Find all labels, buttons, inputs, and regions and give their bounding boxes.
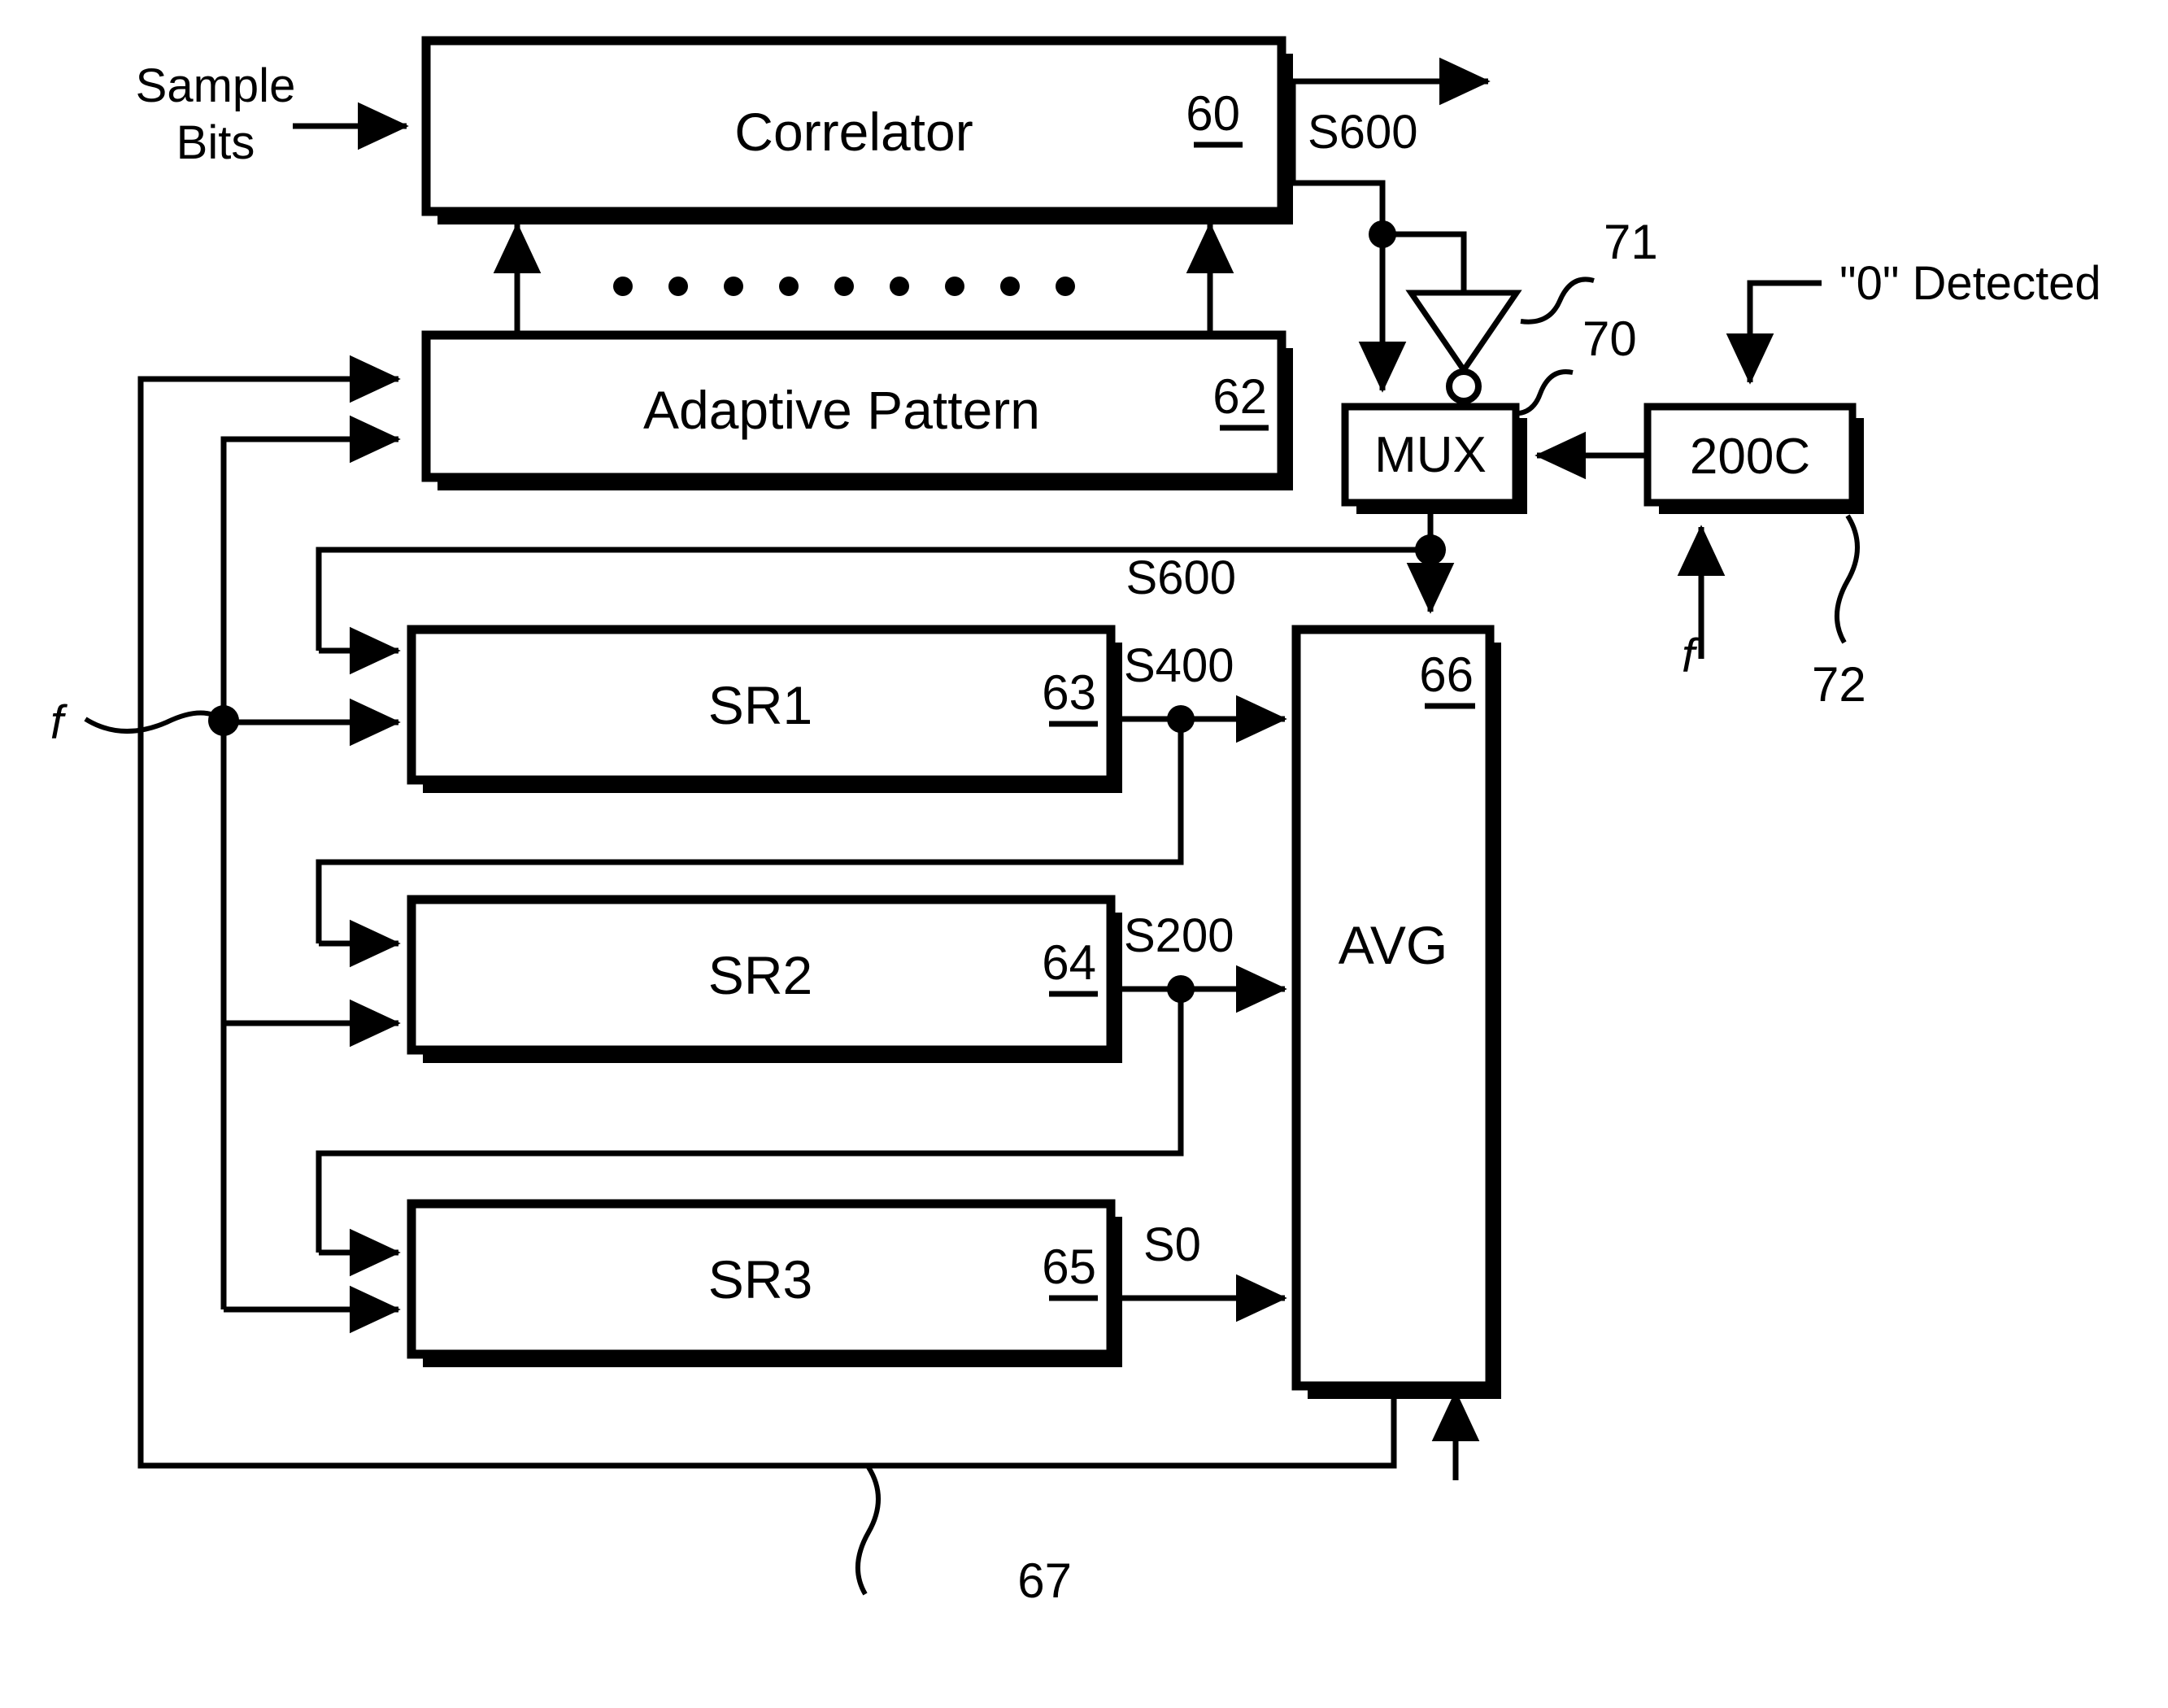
clock-f-leader	[84, 710, 225, 734]
correlator-ref: 60	[1186, 86, 1240, 141]
s400-label: S400	[1124, 639, 1234, 692]
ref-67-leader	[855, 1466, 881, 1596]
clock-bus-to-adaptive-pattern	[220, 415, 401, 1309]
correlator-block[interactable]: Correlator 60	[421, 36, 1293, 224]
sample-bits-label-line1: Sample	[136, 59, 296, 112]
counter-label: 200C	[1690, 429, 1810, 485]
inverter-bubble-icon	[1446, 368, 1482, 404]
adaptive-pattern-block[interactable]: Adaptive Pattern 62	[421, 330, 1293, 490]
ref-72-label: 72	[1812, 657, 1866, 712]
sr3-ref: 65	[1042, 1240, 1096, 1294]
s600-feedback-label: S600	[1126, 551, 1236, 604]
sr1-block[interactable]: SR1 63	[407, 625, 1122, 793]
sr2-block[interactable]: SR2 64	[407, 895, 1122, 1063]
s600-top-label: S600	[1308, 106, 1417, 159]
avg-ref: 66	[1419, 647, 1474, 702]
s600-branch-to-junction	[1293, 180, 1386, 260]
s600-to-inverter-wire	[1382, 231, 1467, 293]
s0-label: S0	[1143, 1218, 1201, 1271]
avg-body	[1291, 625, 1495, 1391]
ellipsis-dots	[613, 277, 1075, 296]
mux-block[interactable]: MUX	[1341, 403, 1527, 514]
avg-label: AVG	[1339, 915, 1448, 975]
mux-label: MUX	[1374, 427, 1487, 483]
adaptive-pattern-ref: 62	[1212, 369, 1267, 424]
zero-detected-leader	[1726, 280, 1822, 385]
figure-canvas: Correlator 60 Sample Bits S600 71 70 MUX…	[0, 0, 2168, 1708]
sr1-ref: 63	[1042, 665, 1096, 720]
counter-clock-label: f	[1682, 630, 1700, 682]
inverter-symbol	[1405, 290, 1522, 413]
counter-block[interactable]: 200C	[1643, 403, 1864, 514]
sr1-label: SR1	[708, 675, 812, 735]
ref-67-label: 67	[1017, 1553, 1072, 1608]
correlator-label: Correlator	[734, 102, 973, 162]
zero-detected-label: "0" Detected	[1839, 257, 2101, 310]
s200-label: S200	[1124, 909, 1234, 962]
sr2-label: SR2	[708, 945, 812, 1005]
sr3-block[interactable]: SR3 65	[407, 1199, 1122, 1367]
sr2-ref: 64	[1042, 935, 1096, 990]
clock-f-label: f	[50, 696, 68, 749]
avg-block[interactable]: AVG 66	[1291, 625, 1501, 1399]
inverter-triangle	[1405, 290, 1522, 376]
ref-71-label: 71	[1604, 215, 1658, 269]
ref-70-label: 70	[1582, 312, 1637, 366]
block-diagram-svg: Correlator 60 Sample Bits S600 71 70 MUX…	[50, 36, 2101, 1608]
adaptive-pattern-label: Adaptive Pattern	[643, 380, 1040, 440]
sr3-label: SR3	[708, 1249, 812, 1309]
sample-bits-label-line2: Bits	[176, 116, 255, 169]
ref-72-leader	[1835, 514, 1860, 644]
